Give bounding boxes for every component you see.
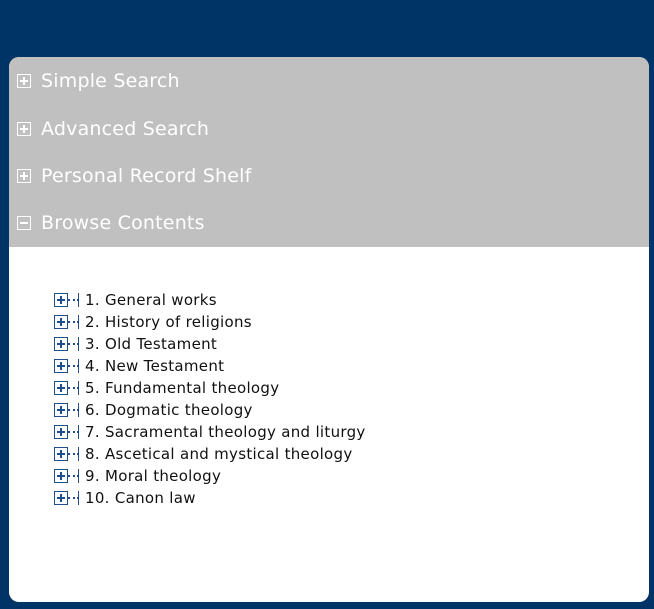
tree-expand-icon[interactable] — [54, 403, 80, 417]
tree-item-fundamental-theology[interactable]: 5. Fundamental theology — [54, 377, 649, 399]
menu-item-label: Browse Contents — [41, 211, 205, 234]
tree-item-label[interactable]: 2. History of religions — [85, 313, 252, 331]
tree-item-label[interactable]: 8. Ascetical and mystical theology — [85, 445, 353, 463]
tree-item-label[interactable]: 5. Fundamental theology — [85, 379, 279, 397]
tree-item-sacramental-theology[interactable]: 7. Sacramental theology and liturgy — [54, 421, 649, 443]
tree-expand-icon[interactable] — [54, 425, 80, 439]
tree-expand-icon[interactable] — [54, 469, 80, 483]
tree-item-label[interactable]: 1. General works — [85, 291, 217, 309]
tree-expand-icon[interactable] — [54, 491, 80, 505]
menu-item-browse-contents[interactable]: Browse Contents — [9, 199, 649, 246]
tree-item-canon-law[interactable]: 10. Canon law — [54, 487, 649, 509]
menu-item-advanced-search[interactable]: Advanced Search — [9, 105, 649, 152]
tree-item-history-of-religions[interactable]: 2. History of religions — [54, 311, 649, 333]
accordion-menu: Simple Search Advanced Search Personal R… — [9, 57, 649, 247]
tree-item-label[interactable]: 4. New Testament — [85, 357, 224, 375]
tree-item-dogmatic-theology[interactable]: 6. Dogmatic theology — [54, 399, 649, 421]
tree-item-label[interactable]: 3. Old Testament — [85, 335, 217, 353]
expand-plus-icon[interactable] — [17, 121, 31, 136]
tree-expand-icon[interactable] — [54, 359, 80, 373]
tree-item-label[interactable]: 7. Sacramental theology and liturgy — [85, 423, 366, 441]
menu-item-label: Advanced Search — [41, 117, 210, 140]
contents-tree: 1. General works 2. History of religions… — [9, 247, 649, 509]
collapse-minus-icon[interactable] — [17, 215, 31, 230]
tree-expand-icon[interactable] — [54, 293, 80, 307]
tree-item-new-testament[interactable]: 4. New Testament — [54, 355, 649, 377]
expand-plus-icon[interactable] — [17, 74, 31, 88]
tree-item-general-works[interactable]: 1. General works — [54, 289, 649, 311]
menu-item-simple-search[interactable]: Simple Search — [9, 57, 649, 105]
tree-item-old-testament[interactable]: 3. Old Testament — [54, 333, 649, 355]
tree-item-label[interactable]: 9. Moral theology — [85, 467, 221, 485]
menu-item-label: Personal Record Shelf — [41, 164, 252, 187]
menu-item-personal-record-shelf[interactable]: Personal Record Shelf — [9, 152, 649, 199]
tree-expand-icon[interactable] — [54, 315, 80, 329]
tree-expand-icon[interactable] — [54, 337, 80, 351]
sidebar-panel: Simple Search Advanced Search Personal R… — [9, 57, 649, 602]
tree-item-label[interactable]: 10. Canon law — [85, 489, 196, 507]
tree-item-ascetical-theology[interactable]: 8. Ascetical and mystical theology — [54, 443, 649, 465]
expand-plus-icon[interactable] — [17, 168, 31, 183]
tree-expand-icon[interactable] — [54, 381, 80, 395]
tree-item-moral-theology[interactable]: 9. Moral theology — [54, 465, 649, 487]
menu-item-label: Simple Search — [41, 70, 180, 92]
tree-item-label[interactable]: 6. Dogmatic theology — [85, 401, 253, 419]
tree-expand-icon[interactable] — [54, 447, 80, 461]
